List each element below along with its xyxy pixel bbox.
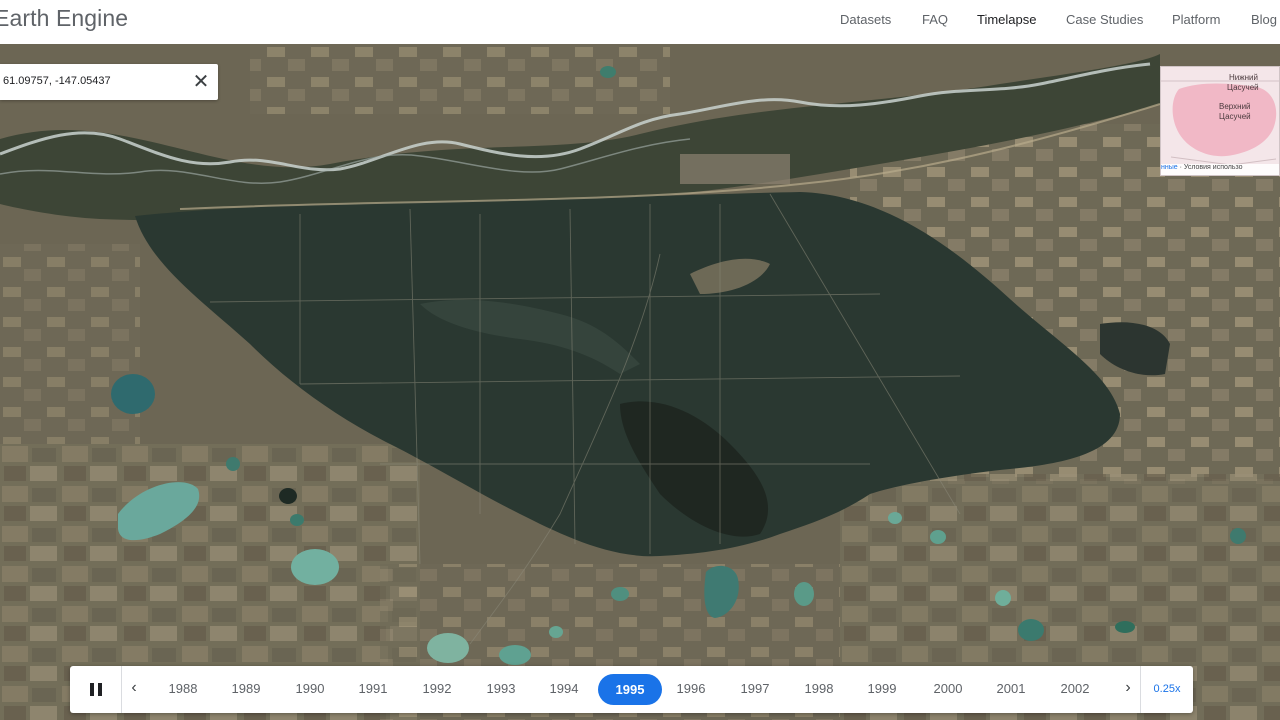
chevron-right-icon[interactable]: › (1120, 679, 1136, 699)
nav-blog[interactable]: Blog (1251, 12, 1277, 27)
mini-map-terms[interactable]: Условия использо (1184, 164, 1243, 171)
year-1999[interactable]: 1999 (857, 681, 907, 696)
location-search-box[interactable]: 61.09757, -147.05437 ✕ (0, 64, 218, 100)
year-1990[interactable]: 1990 (285, 681, 335, 696)
nav-timelapse[interactable]: Timelapse (977, 12, 1036, 27)
year-1991[interactable]: 1991 (348, 681, 398, 696)
nav-faq[interactable]: FAQ (922, 12, 948, 27)
top-header: Earth Engine Datasets FAQ Timelapse Case… (0, 0, 1280, 44)
location-search-input[interactable]: 61.09757, -147.05437 (3, 75, 111, 87)
year-1994[interactable]: 1994 (539, 681, 589, 696)
mini-map-shape (1161, 67, 1279, 175)
close-icon[interactable]: ✕ (190, 71, 212, 93)
mini-map[interactable]: Нижний Цасучей Верхний Цасучей нные · Ус… (1160, 66, 1280, 176)
nav-datasets[interactable]: Datasets (840, 12, 891, 27)
mini-map-label: Нижний (1229, 73, 1258, 82)
nav-platform[interactable]: Platform (1172, 12, 1220, 27)
mini-map-label: Верхний (1219, 102, 1251, 111)
satellite-map[interactable] (0, 44, 1280, 720)
year-1993[interactable]: 1993 (476, 681, 526, 696)
year-1989[interactable]: 1989 (221, 681, 271, 696)
mini-map-label: Цасучей (1227, 83, 1259, 92)
nav-case-studies[interactable]: Case Studies (1066, 12, 1143, 27)
mini-map-data-link[interactable]: нные (1161, 164, 1178, 171)
year-1998[interactable]: 1998 (794, 681, 844, 696)
year-1992[interactable]: 1992 (412, 681, 462, 696)
pause-icon (90, 683, 94, 696)
mini-map-footer: нные · Условия использо (1161, 164, 1279, 175)
timelapse-timeline: ‹ 1988 1989 1990 1991 1992 1993 1994 199… (70, 666, 1193, 713)
year-2001[interactable]: 2001 (986, 681, 1036, 696)
pause-button[interactable] (70, 666, 122, 713)
year-2000[interactable]: 2000 (923, 681, 973, 696)
year-1988[interactable]: 1988 (158, 681, 208, 696)
playback-speed-button[interactable]: 0.25x (1140, 666, 1193, 713)
top-nav: Datasets FAQ Timelapse Case Studies Plat… (0, 0, 1280, 44)
chevron-left-icon[interactable]: ‹ (126, 679, 142, 699)
pause-icon (98, 683, 102, 696)
year-1997[interactable]: 1997 (730, 681, 780, 696)
year-2002[interactable]: 2002 (1050, 681, 1100, 696)
year-1996[interactable]: 1996 (666, 681, 716, 696)
mini-map-label: Цасучей (1219, 112, 1251, 121)
year-1995-selected[interactable]: 1995 (598, 674, 662, 705)
map-imagery (0, 44, 1280, 720)
